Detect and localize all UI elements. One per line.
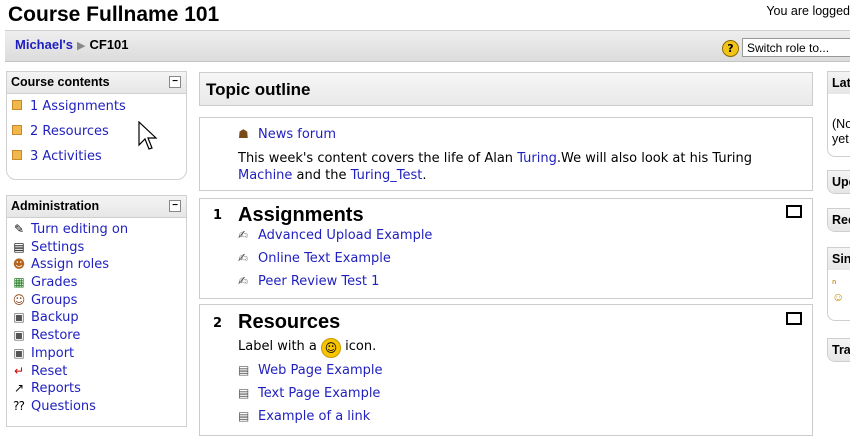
restore-icon: ▣ bbox=[13, 328, 25, 343]
questions-icon: ⁇ bbox=[13, 398, 25, 413]
admin-item-turn-editing[interactable]: ✎ Turn editing on bbox=[7, 221, 186, 239]
admin-item-questions[interactable]: ⁇ Questions bbox=[7, 398, 186, 416]
admin-item-backup[interactable]: ▣ Backup bbox=[7, 309, 186, 327]
section-summary: This week's content covers the life of A… bbox=[238, 151, 753, 183]
section-number: 2 bbox=[213, 316, 223, 331]
simple-block: Sin ⁿ ☺ bbox=[827, 247, 850, 321]
block-title: Administration bbox=[11, 199, 100, 213]
label-item: Label with a ☺ icon. bbox=[238, 338, 376, 358]
machine-link[interactable]: Machine bbox=[238, 168, 292, 183]
assignment-icon: ✍ bbox=[238, 251, 249, 265]
block-title: Tra bbox=[828, 339, 850, 361]
toc-item[interactable]: 2 Resources bbox=[7, 119, 186, 144]
block-title: Course contents bbox=[11, 75, 110, 89]
settings-icon: ▤ bbox=[13, 239, 25, 254]
navbar: Michael's ▶ CF101 ? Switch role to... bbox=[5, 30, 850, 62]
breadcrumb-current: CF101 bbox=[89, 37, 129, 52]
course-contents-block: Course contents − 1 Assignments 2 Resour… bbox=[6, 71, 187, 180]
block-header: Administration − bbox=[7, 196, 186, 218]
import-icon: ▣ bbox=[13, 345, 25, 360]
list-item[interactable]: ✍ Advanced Upload Example bbox=[238, 228, 432, 243]
grades-icon: ▦ bbox=[13, 275, 25, 290]
bullet-icon bbox=[12, 99, 22, 110]
list-item[interactable]: ▤ Example of a link bbox=[238, 409, 370, 424]
highlight-toggle[interactable] bbox=[786, 312, 802, 325]
collapse-icon[interactable]: − bbox=[169, 76, 181, 88]
activity-icon: ⁿ bbox=[832, 276, 837, 290]
collapse-icon[interactable]: − bbox=[169, 200, 181, 212]
section-title: Resources bbox=[238, 311, 341, 333]
bullet-icon bbox=[12, 149, 22, 160]
smiley-icon: ☺ bbox=[321, 338, 342, 358]
list-item[interactable]: ▤ Text Page Example bbox=[238, 386, 380, 401]
admin-item-reports[interactable]: ↗ Reports bbox=[7, 380, 186, 398]
page-icon: ▤ bbox=[238, 386, 250, 400]
admin-item-restore[interactable]: ▣ Restore bbox=[7, 327, 186, 345]
admin-item-settings[interactable]: ▤ Settings bbox=[7, 239, 186, 257]
list-item[interactable]: ✍ Online Text Example bbox=[238, 251, 391, 266]
list-item[interactable]: ▤ Web Page Example bbox=[238, 363, 382, 378]
admin-item-grades[interactable]: ▦ Grades bbox=[7, 274, 186, 292]
course-title: Course Fullname 101 bbox=[8, 3, 220, 26]
mouse-cursor-icon bbox=[138, 121, 158, 150]
page-icon: ▤ bbox=[238, 363, 250, 377]
tracking-block: Tra bbox=[827, 338, 850, 362]
section-number: 1 bbox=[213, 208, 223, 223]
turing-test-link[interactable]: Turing_Test bbox=[351, 168, 423, 183]
breadcrumb-home-link[interactable]: Michael's bbox=[15, 37, 73, 52]
block-title: Rec bbox=[828, 209, 850, 231]
groups-icon: ☺ bbox=[12, 292, 26, 307]
section-title: Assignments bbox=[238, 204, 364, 226]
bullet-icon bbox=[12, 124, 22, 135]
backup-icon: ▣ bbox=[13, 310, 25, 325]
reports-icon: ↗ bbox=[13, 381, 25, 396]
assignment-icon: ✍ bbox=[238, 228, 249, 242]
list-item[interactable]: ✍ Peer Review Test 1 bbox=[238, 274, 379, 289]
pencil-icon: ✎ bbox=[13, 222, 25, 236]
switch-role-select[interactable]: Switch role to... bbox=[742, 38, 850, 57]
section-1: 1 Assignments ✍ Advanced Upload Example ✍… bbox=[199, 198, 813, 299]
admin-item-groups[interactable]: ☺ Groups bbox=[7, 292, 186, 310]
block-title: Upc bbox=[828, 171, 850, 193]
smiley-icon: ☺ bbox=[832, 290, 845, 304]
administration-block: Administration − ✎ Turn editing on ▤ Setti… bbox=[6, 195, 187, 427]
reset-icon: ↵ bbox=[13, 363, 25, 378]
admin-item-reset[interactable]: ↵ Reset bbox=[7, 363, 186, 381]
toc-item[interactable]: 3 Activities bbox=[7, 144, 186, 169]
admin-item-assign-roles[interactable]: ☻ Assign roles bbox=[7, 256, 186, 274]
turing-link[interactable]: Turing bbox=[517, 151, 557, 166]
assignment-icon: ✍ bbox=[238, 274, 249, 288]
block-title: Lat bbox=[828, 72, 850, 94]
section-0: ☗ News forum This week's content covers t… bbox=[199, 117, 813, 191]
breadcrumb-separator-icon: ▶ bbox=[77, 40, 86, 52]
recent-activity-block: Rec bbox=[827, 208, 850, 232]
block-header: Course contents − bbox=[7, 72, 186, 94]
forum-icon: ☗ bbox=[238, 127, 249, 141]
section-2: 2 Resources Label with a ☺ icon. ▤ Web Pa… bbox=[199, 304, 813, 436]
admin-item-import[interactable]: ▣ Import bbox=[7, 345, 186, 363]
topic-outline-header: Topic outline bbox=[199, 72, 813, 106]
latest-news-block: Lat (No yet bbox=[827, 71, 850, 157]
block-title: Sin bbox=[828, 248, 850, 270]
help-icon[interactable]: ? bbox=[722, 40, 739, 57]
upcoming-events-block: Upc bbox=[827, 170, 850, 194]
toc-item[interactable]: 1 Assignments bbox=[7, 94, 186, 119]
highlight-toggle[interactable] bbox=[786, 205, 802, 218]
logged-in-status: You are logged bbox=[766, 4, 850, 18]
breadcrumb: Michael's ▶ CF101 bbox=[15, 37, 129, 52]
news-forum-item[interactable]: ☗ News forum bbox=[238, 127, 336, 142]
link-icon: ▤ bbox=[238, 409, 250, 423]
roles-icon: ☻ bbox=[12, 257, 26, 272]
